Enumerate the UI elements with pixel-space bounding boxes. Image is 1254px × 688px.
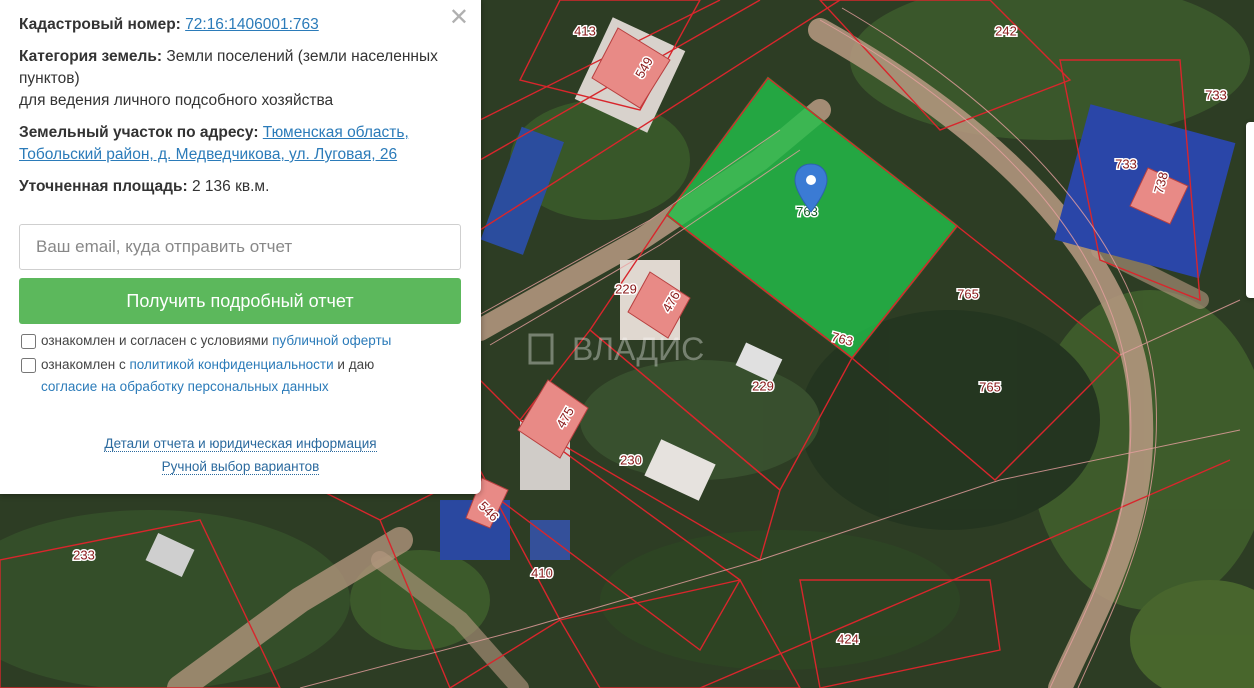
address-label: Земельный участок по адресу: <box>19 124 259 141</box>
parcel-label-765: 765 <box>957 286 979 301</box>
address-row: Земельный участок по адресу: Тюменская о… <box>19 122 462 166</box>
cadastral-number-label: Кадастровый номер: <box>19 16 181 33</box>
cadastral-number-row: Кадастровый номер: 72:16:1406001:763 <box>19 14 462 36</box>
privacy-consent-checkbox-row[interactable]: ознакомлен с политикой конфиденциальност… <box>19 354 462 398</box>
parcel-label-765: 765 <box>979 379 1001 394</box>
area-row: Уточненная площадь: 2 136 кв.м. <box>19 176 462 198</box>
get-report-button[interactable]: Получить подробный отчет <box>19 278 461 324</box>
offer-consent-checkbox[interactable] <box>21 334 36 349</box>
area-value: 2 136 кв.м. <box>192 178 270 195</box>
offer-consent-checkbox-row[interactable]: ознакомлен и согласен с условиями публич… <box>19 330 462 352</box>
parcel-label-733: 733 <box>1205 87 1227 102</box>
email-input[interactable] <box>19 224 461 270</box>
parcel-label-229: 229 <box>615 281 637 296</box>
footer-links: Детали отчета и юридическая информация Р… <box>19 432 462 478</box>
report-details-link[interactable]: Детали отчета и юридическая информация <box>104 436 377 452</box>
parcel-label-242: 242 <box>995 23 1017 38</box>
parcel-label-230: 230 <box>620 452 642 467</box>
privacy-consent-text: ознакомлен с политикой конфиденциальност… <box>41 357 375 394</box>
land-category-row: Категория земель: Земли поселений (земли… <box>19 46 462 112</box>
personal-data-consent-link[interactable]: согласие на обработку персональных данны… <box>41 379 329 394</box>
parcel-label-413: 413 <box>574 23 596 38</box>
map-controls-edge[interactable] <box>1246 122 1254 298</box>
privacy-policy-link[interactable]: политикой конфиденциальности <box>129 357 333 372</box>
cadastral-number-link[interactable]: 72:16:1406001:763 <box>185 16 319 33</box>
parcel-label-229: 229 <box>752 378 774 393</box>
parcel-info-panel: ✕ Кадастровый номер: 72:16:1406001:763 К… <box>0 0 481 494</box>
privacy-consent-checkbox[interactable] <box>21 358 36 373</box>
svg-text:ВЛАДИС: ВЛАДИС <box>572 331 704 367</box>
manual-selection-link[interactable]: Ручной выбор вариантов <box>161 459 320 475</box>
parcel-label-733: 733 <box>1115 156 1137 171</box>
parcel-label-410: 410 <box>531 565 553 580</box>
parcel-label-233: 233 <box>73 547 95 562</box>
close-icon[interactable]: ✕ <box>449 6 469 30</box>
area-label: Уточненная площадь: <box>19 178 188 195</box>
parcel-label-424: 424 <box>837 631 859 646</box>
public-offer-link[interactable]: публичной оферты <box>272 333 391 348</box>
offer-consent-text: ознакомлен и согласен с условиями публич… <box>41 333 392 348</box>
land-use-value: для ведения личного подсобного хозяйства <box>19 92 334 109</box>
land-category-label: Категория земель: <box>19 48 163 65</box>
